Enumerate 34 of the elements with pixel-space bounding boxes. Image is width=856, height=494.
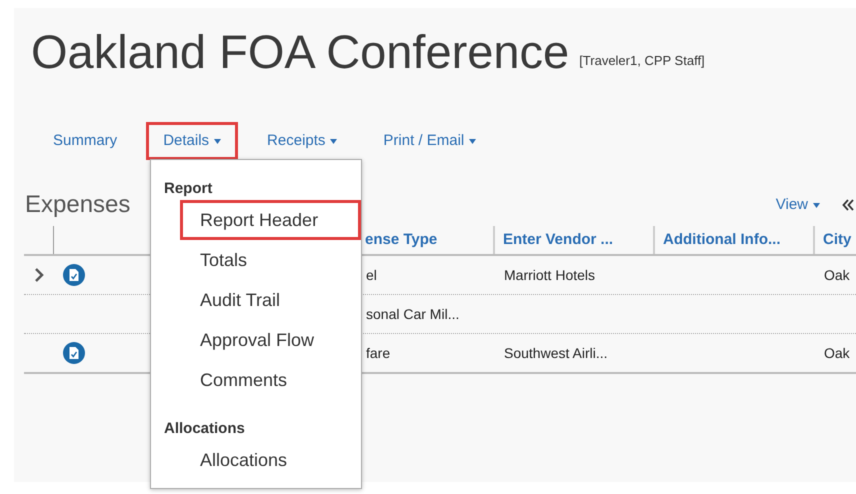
double-chevron-left-icon[interactable] xyxy=(842,199,854,211)
menu-item[interactable]: Audit Trail xyxy=(180,280,300,320)
column-header[interactable]: ense Type xyxy=(365,228,438,252)
table-cell-text: fare xyxy=(366,344,390,362)
receipt-check-icon xyxy=(63,264,85,286)
menu-item[interactable]: Approval Flow xyxy=(180,320,334,360)
column-header[interactable]: City xyxy=(823,228,852,252)
nav-tab[interactable]: Receipts xyxy=(250,122,354,160)
nav-tab[interactable]: Summary xyxy=(36,122,134,160)
table-cell-text: Marriott Hotels xyxy=(504,266,596,284)
report-title: Oakland FOA Conference xyxy=(31,24,570,80)
table-cell-text: Oak xyxy=(824,344,850,362)
menu-item[interactable]: Allocations xyxy=(180,440,308,480)
menu-item[interactable]: Comments xyxy=(180,360,308,400)
column-header[interactable]: Enter Vendor ... xyxy=(503,228,614,252)
caret-icon xyxy=(469,138,476,144)
table-cell-text: sonal Car Mil... xyxy=(366,304,460,324)
menu-group-heading: Report xyxy=(164,179,214,199)
menu-item[interactable]: Report Header xyxy=(180,200,361,240)
expenses-heading: Expenses xyxy=(25,190,130,220)
caret-icon xyxy=(214,138,222,144)
table-cell-text: el xyxy=(366,266,377,284)
expand-chevron-icon[interactable] xyxy=(34,267,44,283)
menu-item[interactable]: Totals xyxy=(180,240,268,280)
receipt-check-icon xyxy=(63,342,85,364)
report-subtitle: [Traveler1, CPP Staff] xyxy=(579,52,705,70)
table-cell-text: Oak xyxy=(824,266,850,284)
column-header[interactable]: Additional Info... xyxy=(663,228,780,252)
view-button[interactable]: View xyxy=(776,194,820,216)
table-cell-text: Southwest Airli... xyxy=(504,344,608,362)
menu-group-heading: Allocations xyxy=(164,419,246,439)
caret-icon xyxy=(813,202,820,208)
nav-tab[interactable]: Print / Email xyxy=(366,122,494,160)
caret-icon xyxy=(330,138,338,144)
